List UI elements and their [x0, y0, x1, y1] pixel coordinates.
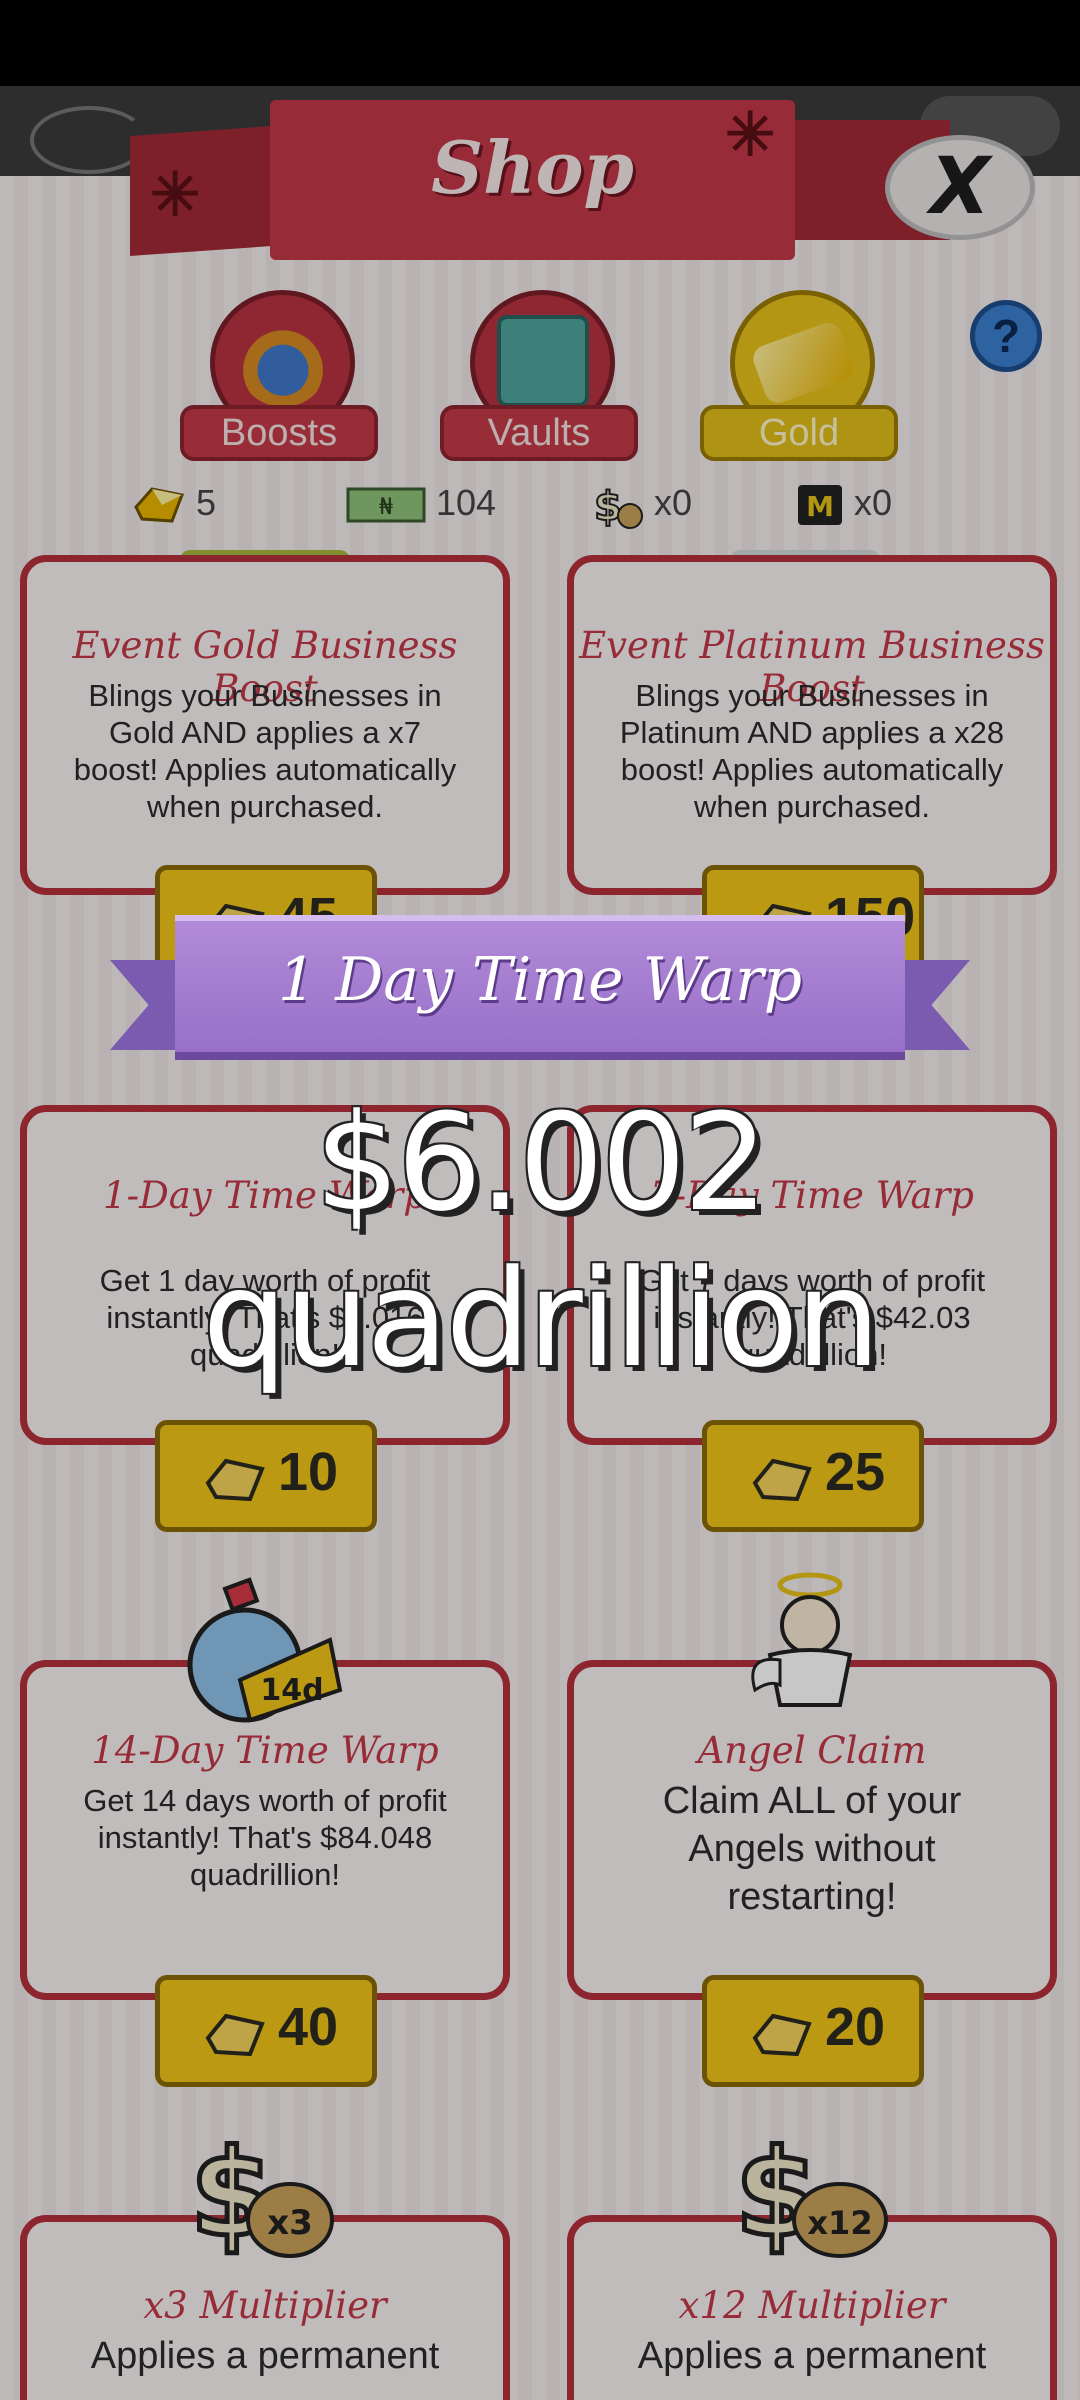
gold-gem-icon — [205, 1458, 265, 1502]
popup-title: 1 Day Time Warp — [277, 945, 803, 1015]
card-title: 14-Day Time Warp — [91, 1729, 439, 1772]
mega-ticket-icon: M — [798, 485, 842, 526]
tab-label: Boosts — [180, 405, 378, 461]
gold-gem-icon — [752, 1458, 812, 1502]
price-value: 40 — [278, 1997, 339, 2057]
gold-gem-icon — [752, 2013, 812, 2057]
card-description: Claim ALL of your Angels without restart… — [662, 1780, 962, 1918]
shop-card[interactable]: Event Gold Business Boost Blings your Bu… — [20, 555, 510, 895]
currency-value: x0 — [654, 482, 693, 523]
multiplier-money-icon: $ x12 — [735, 2130, 888, 2260]
currency-value: 104 — [436, 482, 497, 523]
time-warp-stopwatch-icon: 14d — [187, 1577, 343, 1723]
currency-mega-ticket: Mx0 — [796, 478, 892, 528]
art-label: x3 — [267, 2203, 313, 2243]
card-description: Applies a permanent — [637, 2335, 987, 2377]
tab-vaults[interactable]: Vaults — [440, 290, 650, 461]
card-title: x12 Multiplier — [678, 2284, 946, 2327]
card-title: Angel Claim — [697, 1729, 927, 1772]
price-value: 25 — [825, 1442, 886, 1502]
card-description: Get 14 days worth of profit instantly! T… — [83, 1783, 447, 1892]
gold-gem-icon — [134, 487, 185, 524]
buy-button[interactable]: 10 — [155, 1420, 377, 1532]
tab-boosts[interactable]: Boosts — [180, 290, 390, 461]
card-description: Blings your Businesses in Gold AND appli… — [73, 678, 457, 824]
angel-icon — [751, 1572, 853, 1707]
status-bar — [0, 0, 1080, 86]
close-button[interactable]: X — [885, 135, 1035, 240]
shop-title: Shop — [431, 125, 634, 210]
buy-button[interactable]: 40 — [155, 1975, 377, 2087]
tab-label: Vaults — [440, 405, 638, 461]
currency-gold: 5 — [132, 478, 216, 528]
decorative-star-icon: ✳ — [150, 161, 201, 228]
shop-card[interactable]: Event Platinum Business Boost Blings you… — [567, 555, 1057, 895]
price-value: 10 — [278, 1442, 339, 1502]
gold-gem-icon — [205, 2013, 265, 2057]
buy-button[interactable]: 25 — [702, 1420, 924, 1532]
buy-button[interactable]: 20 — [702, 1975, 924, 2087]
currency-megabucks: ₦ 104 — [346, 478, 496, 528]
money-bag-icon: $ — [593, 483, 643, 530]
currency-value: 5 — [196, 482, 217, 523]
art-label: x12 — [807, 2204, 872, 2242]
popup-amount: $6.002 quadrillion — [202, 1085, 880, 1397]
currency-money-bag: $ x0 — [590, 478, 693, 530]
price-value: 20 — [825, 1997, 886, 2057]
art-label: 14d — [260, 1673, 323, 1708]
svg-text:₦: ₦ — [379, 495, 393, 520]
megabucks-icon: ₦ — [346, 487, 426, 523]
currency-value: x0 — [854, 482, 893, 523]
tab-label: Gold — [700, 405, 898, 461]
card-description: Blings your Businesses in Platinum AND a… — [619, 678, 1005, 824]
help-icon[interactable]: ? — [970, 300, 1042, 372]
svg-text:M: M — [806, 490, 834, 523]
card-title: x3 Multiplier — [143, 2284, 387, 2327]
decorative-star-icon: ✳ — [725, 101, 776, 168]
multiplier-money-icon: $ x3 — [190, 2130, 334, 2260]
tab-gold[interactable]: Gold — [700, 290, 910, 461]
card-description: Applies a permanent — [90, 2335, 440, 2377]
svg-text:$: $ — [594, 484, 622, 530]
shop-screen: Shop ✳ ✳ X Boosts Vaults Gold ? 5 ₦ 104 $… — [0, 0, 1080, 2400]
